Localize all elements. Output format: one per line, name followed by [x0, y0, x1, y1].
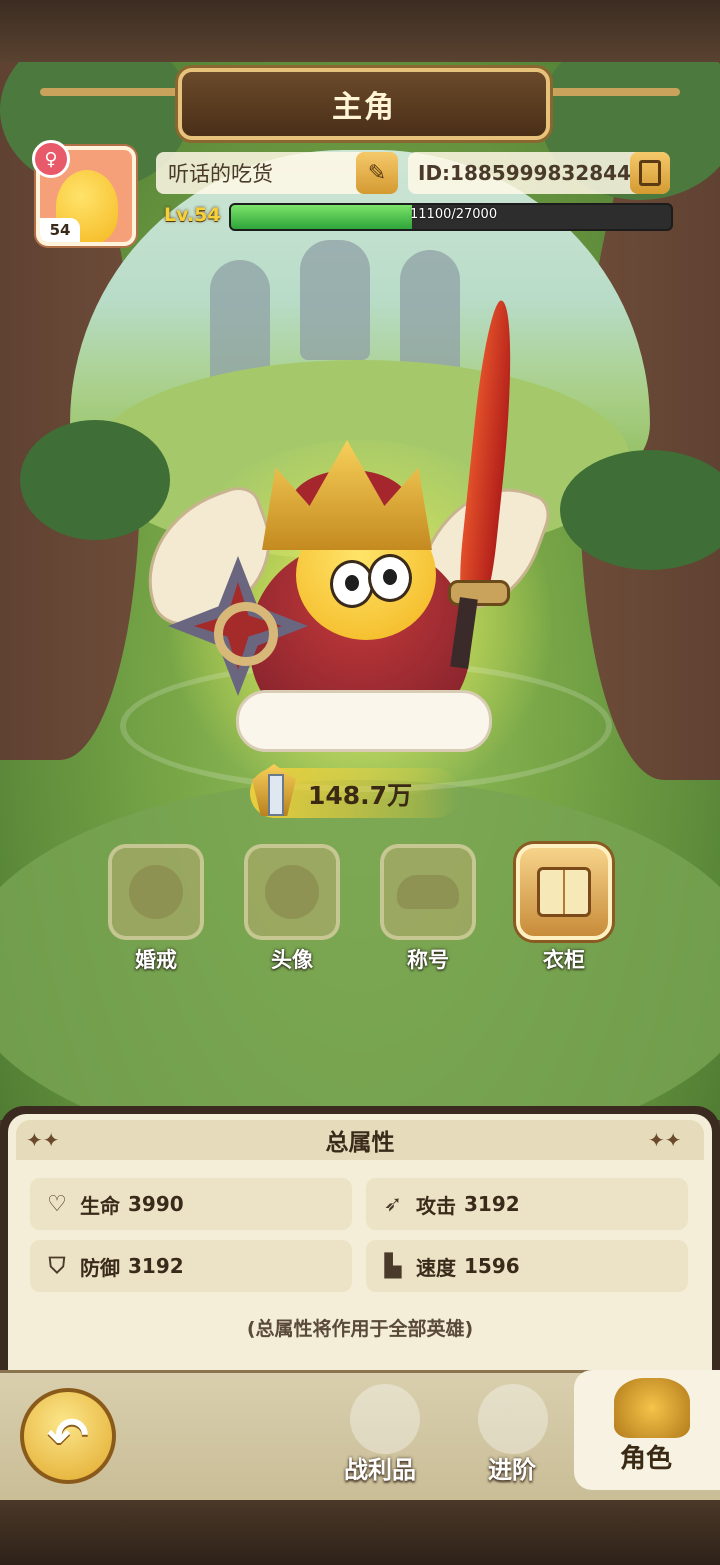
sparkle-icon: ✦✦	[648, 1128, 682, 1152]
wardrobe-label: 衣柜	[543, 948, 585, 972]
edit-name-button[interactable]: ✎	[356, 152, 398, 194]
combat-power-value: 148.7万	[308, 781, 413, 810]
stat-defense: ⛉ 防御 3192	[30, 1240, 352, 1292]
ring-button[interactable]	[108, 844, 204, 940]
crown-icon	[397, 875, 459, 909]
stat-name: 防御	[80, 1255, 120, 1280]
nav-tab-label: 战利品	[344, 1456, 416, 1484]
hero-eye	[330, 560, 374, 608]
stat-hp: ♡ 生命 3990	[30, 1178, 352, 1230]
xp-progress-text: 11100/27000	[410, 207, 498, 222]
bottom-frame	[0, 1500, 720, 1565]
attack-icon: ➶	[383, 1191, 403, 1217]
stat-value: 3192	[464, 1192, 520, 1216]
sparkle-icon: ✦✦	[26, 1128, 60, 1152]
ring-label: 婚戒	[135, 948, 177, 972]
female-gender-icon: ♀	[32, 140, 70, 178]
title-button[interactable]	[380, 844, 476, 940]
portrait-icon	[265, 865, 319, 919]
top-frame	[0, 0, 720, 62]
nav-tab-advance[interactable]: 进阶	[462, 1378, 562, 1494]
character-icon	[614, 1378, 690, 1438]
stats-panel-title: 总属性	[16, 1120, 704, 1160]
wardrobe-button[interactable]	[516, 844, 612, 940]
sword-emblem-icon	[478, 1384, 548, 1454]
title-ornament-left	[40, 88, 200, 96]
avatar-frame-label: 头像	[271, 948, 313, 972]
pencil-icon: ✎	[367, 160, 387, 186]
sword-guard	[448, 580, 510, 606]
nav-tab-label: 进阶	[488, 1456, 536, 1484]
avatar-level-badge: 54	[40, 218, 80, 242]
stats-note: (总属性将作用于全部英雄)	[246, 1318, 474, 1340]
book-icon	[537, 867, 591, 917]
ring-icon	[129, 865, 183, 919]
stat-name: 速度	[416, 1255, 456, 1280]
title-banner: 主角	[178, 68, 550, 140]
level-label: Lv.54	[164, 204, 221, 226]
stat-name: 攻击	[416, 1193, 456, 1218]
nav-tab-label: 角色	[620, 1444, 673, 1474]
stat-attack: ➶ 攻击 3192	[366, 1178, 688, 1230]
stat-value: 3192	[128, 1254, 184, 1278]
stat-speed: ▙ 速度 1596	[366, 1240, 688, 1292]
copy-id-button[interactable]	[630, 152, 670, 194]
rock-pillar	[300, 240, 370, 360]
bush	[20, 420, 170, 540]
boot-icon: ▙	[384, 1253, 402, 1279]
xp-progress-fill	[231, 205, 412, 229]
nav-tab-character[interactable]: 角色	[590, 1372, 710, 1488]
page-title: 主角	[332, 90, 396, 125]
back-button[interactable]: ↶	[20, 1388, 116, 1484]
loot-icon	[350, 1384, 420, 1454]
copy-icon	[639, 160, 661, 186]
hero-shield-ring	[214, 602, 278, 666]
shield-icon: ⛉	[48, 1253, 66, 1279]
back-arrow-icon: ↶	[47, 1407, 89, 1465]
stat-value: 3990	[128, 1192, 184, 1216]
hero-eye	[368, 554, 412, 602]
nav-tab-loot[interactable]: 战利品	[330, 1378, 440, 1494]
stat-value: 1596	[464, 1254, 520, 1278]
power-icon-blade	[268, 774, 284, 816]
avatar-frame-button[interactable]	[244, 844, 340, 940]
heart-icon: ♡	[47, 1191, 67, 1217]
title-label: 称号	[407, 948, 449, 972]
stat-name: 生命	[80, 1193, 120, 1218]
hero-fur-trim	[236, 690, 492, 752]
